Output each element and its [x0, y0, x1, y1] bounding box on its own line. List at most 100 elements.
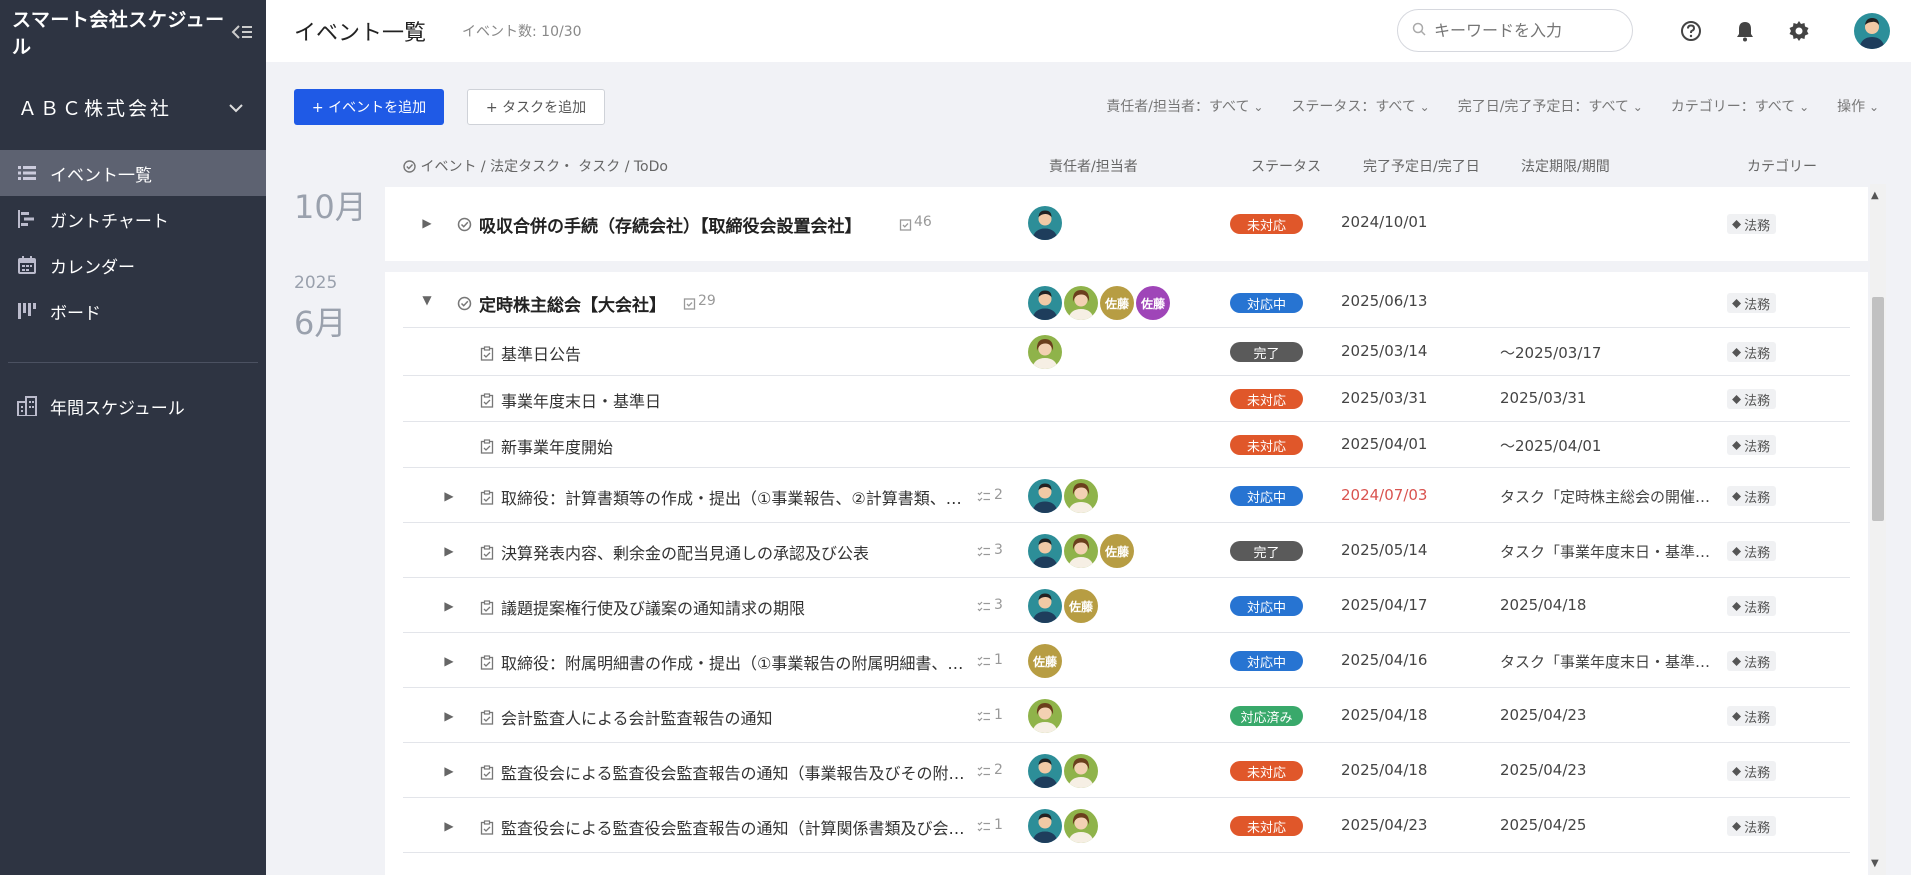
- add-task-button[interactable]: + タスクを追加: [467, 89, 605, 125]
- gear-icon[interactable]: [1784, 16, 1814, 46]
- event-row[interactable]: ▶ 吸収合併の手続（存続会社）【取締役会設置会社】 46 未対応 2024/10…: [385, 201, 1868, 247]
- search-box[interactable]: [1397, 9, 1633, 52]
- expand-caret-icon[interactable]: ▶: [441, 598, 457, 614]
- task-icon: [479, 489, 495, 505]
- category-tag: ⬥ 法務: [1727, 541, 1777, 561]
- task-title[interactable]: 取締役：附属明細書の作成・提出（①事業報告の附属明細書、②…: [501, 650, 976, 674]
- filter-owner[interactable]: 責任者/担当者：すべて: [1106, 96, 1263, 116]
- user-avatar[interactable]: [1854, 13, 1890, 49]
- avatar[interactable]: 佐藤: [1028, 644, 1062, 678]
- filter-due-date[interactable]: 完了日/完了予定日：すべて: [1458, 96, 1643, 116]
- avatar[interactable]: [1028, 534, 1062, 568]
- avatar[interactable]: [1064, 479, 1098, 513]
- task-row[interactable]: ▶ 取締役：計算書類等の作成・提出（①事業報告、②計算書類、③… 2 対応中 2024/…: [385, 468, 1868, 523]
- sidebar-item-calendar[interactable]: カレンダー: [0, 242, 266, 288]
- company-selector[interactable]: ＡＢＣ株式会社: [0, 64, 266, 150]
- task-title[interactable]: 事業年度末日・基準日: [501, 388, 661, 412]
- avatar[interactable]: [1064, 286, 1098, 320]
- task-row[interactable]: ▶ 取締役：附属明細書の作成・提出（①事業報告の附属明細書、②… 1 佐藤 対応中 202…: [385, 633, 1868, 688]
- avatar[interactable]: 佐藤: [1136, 286, 1170, 320]
- avatar[interactable]: [1028, 206, 1062, 240]
- avatar[interactable]: [1064, 809, 1098, 843]
- task-row[interactable]: ▶ 会計監査人による会計監査報告の通知 1 対応済み 2025/04/18 2025/04…: [385, 688, 1868, 743]
- task-title[interactable]: 監査役会による監査役会監査報告の通知（事業報告及びその附属…: [501, 760, 976, 784]
- task-title[interactable]: 決算発表内容、剰余金の配当見通しの承認及び公表: [501, 540, 869, 564]
- status-badge: 完了: [1230, 342, 1303, 362]
- task-count-icon: [681, 295, 697, 311]
- task-row[interactable]: ▶ 決算発表内容、剰余金の配当見通しの承認及び公表 3 佐藤 完了 2025/05/14 タ…: [385, 523, 1868, 578]
- task-title[interactable]: 新事業年度開始: [501, 434, 613, 458]
- avatar[interactable]: [1028, 335, 1062, 369]
- collapse-caret-icon[interactable]: ▼: [419, 292, 435, 308]
- sidebar-nav: イベント一覧 ガントチャート カレンダー ボード: [0, 150, 266, 334]
- collapse-sidebar-icon[interactable]: [230, 19, 254, 45]
- scrollbar-thumb[interactable]: [1872, 297, 1884, 521]
- task-title[interactable]: 基準日公告: [501, 341, 581, 365]
- scroll-up-icon[interactable]: ▲: [1871, 190, 1879, 201]
- avatar[interactable]: [1064, 534, 1098, 568]
- status-badge: 対応中: [1230, 651, 1303, 671]
- bell-icon[interactable]: [1730, 16, 1760, 46]
- category-tag: ⬥ 法務: [1727, 342, 1777, 362]
- avatar[interactable]: [1028, 589, 1062, 623]
- expand-caret-icon[interactable]: ▶: [441, 708, 457, 724]
- avatar[interactable]: 佐藤: [1100, 534, 1134, 568]
- avatar[interactable]: [1028, 754, 1062, 788]
- category-tag: ⬥ 法務: [1727, 486, 1777, 506]
- category-tag: ⬥ 法務: [1727, 596, 1777, 616]
- tag-icon: ⬥: [1732, 763, 1742, 779]
- expand-caret-icon[interactable]: ▶: [441, 763, 457, 779]
- filter-status[interactable]: ステータス：すべて: [1291, 96, 1429, 116]
- event-type-icon: [456, 295, 472, 311]
- expand-caret-icon[interactable]: ▶: [441, 818, 457, 834]
- avatar[interactable]: [1028, 479, 1062, 513]
- search-input[interactable]: [1434, 21, 1624, 40]
- avatar[interactable]: 佐藤: [1100, 286, 1134, 320]
- sidebar-item-gantt[interactable]: ガントチャート: [0, 196, 266, 242]
- column-headers: イベント / 法定タスク・ タスク / ToDo 責任者/担当者 ステータス 完…: [0, 156, 1911, 176]
- add-event-button[interactable]: + イベントを追加: [294, 89, 444, 125]
- todo-count: 1: [994, 817, 1003, 833]
- task-count: 46: [914, 214, 932, 230]
- row-divider: [403, 852, 1850, 853]
- todo-count: 1: [994, 707, 1003, 723]
- page-title: イベント一覧: [294, 21, 427, 46]
- task-title[interactable]: 監査役会による監査役会監査報告の通知（計算関係書類及び会計…: [501, 815, 976, 839]
- expand-caret-icon[interactable]: ▶: [441, 653, 457, 669]
- todo-count: 2: [994, 762, 1003, 778]
- event-title[interactable]: 吸収合併の手続（存続会社）【取締役会設置会社】: [479, 212, 899, 237]
- event-title[interactable]: 定時株主総会【大会社】: [479, 291, 679, 316]
- todo-count: 3: [994, 542, 1003, 558]
- task-row[interactable]: ▶ 議題提案権行使及び議案の通知請求の期限 3 佐藤 対応中 2025/04/17 2025…: [385, 578, 1868, 633]
- avatar[interactable]: 佐藤: [1064, 589, 1098, 623]
- expand-caret-icon[interactable]: ▶: [441, 488, 457, 504]
- avatar[interactable]: [1064, 754, 1098, 788]
- sidebar-item-annual-schedule[interactable]: 年間スケジュール: [0, 383, 266, 429]
- task-row[interactable]: 新事業年度開始 未対応 2025/04/01 ～2025/04/01 ⬥ 法務: [385, 422, 1868, 468]
- avatar[interactable]: [1028, 699, 1062, 733]
- expand-caret-icon[interactable]: ▶: [441, 543, 457, 559]
- status-badge: 対応済み: [1230, 706, 1303, 726]
- due-date: 2025/04/16: [1341, 651, 1428, 669]
- event-type-icon: [403, 160, 416, 173]
- filter-category[interactable]: カテゴリー：すべて: [1671, 96, 1809, 116]
- operations-menu[interactable]: 操作: [1837, 96, 1879, 116]
- expand-caret-icon[interactable]: ▶: [419, 215, 435, 231]
- scroll-down-icon[interactable]: ▼: [1871, 858, 1879, 869]
- scrollbar-track[interactable]: [1870, 184, 1886, 875]
- avatar[interactable]: [1028, 809, 1062, 843]
- help-icon[interactable]: [1676, 16, 1706, 46]
- task-row[interactable]: ▶ 監査役会による監査役会監査報告の通知（事業報告及びその附属… 2 未対応 2025/…: [385, 743, 1868, 798]
- category-tag: ⬥ 法務: [1727, 214, 1777, 234]
- task-row[interactable]: 基準日公告 完了 2025/03/14 ～2025/03/17 ⬥ 法務: [385, 328, 1868, 376]
- task-title[interactable]: 取締役：計算書類等の作成・提出（①事業報告、②計算書類、③…: [501, 485, 976, 509]
- avatar[interactable]: [1028, 286, 1062, 320]
- sidebar-item-board[interactable]: ボード: [0, 288, 266, 334]
- event-row[interactable]: ▼ 定時株主総会【大会社】 29 佐藤 佐藤 対応中 2025/06/13 ⬥ 法…: [385, 278, 1868, 328]
- legal-deadline: 2025/04/23: [1500, 706, 1587, 724]
- task-row[interactable]: ▶ 監査役会による監査役会監査報告の通知（計算関係書類及び会計… 1 未対応 2025/…: [385, 798, 1868, 853]
- status-badge: 完了: [1230, 541, 1303, 561]
- task-title[interactable]: 会計監査人による会計監査報告の通知: [501, 705, 773, 729]
- task-row[interactable]: 事業年度末日・基準日 未対応 2025/03/31 2025/03/31 ⬥ 法務: [385, 376, 1868, 422]
- task-title[interactable]: 議題提案権行使及び議案の通知請求の期限: [501, 595, 805, 619]
